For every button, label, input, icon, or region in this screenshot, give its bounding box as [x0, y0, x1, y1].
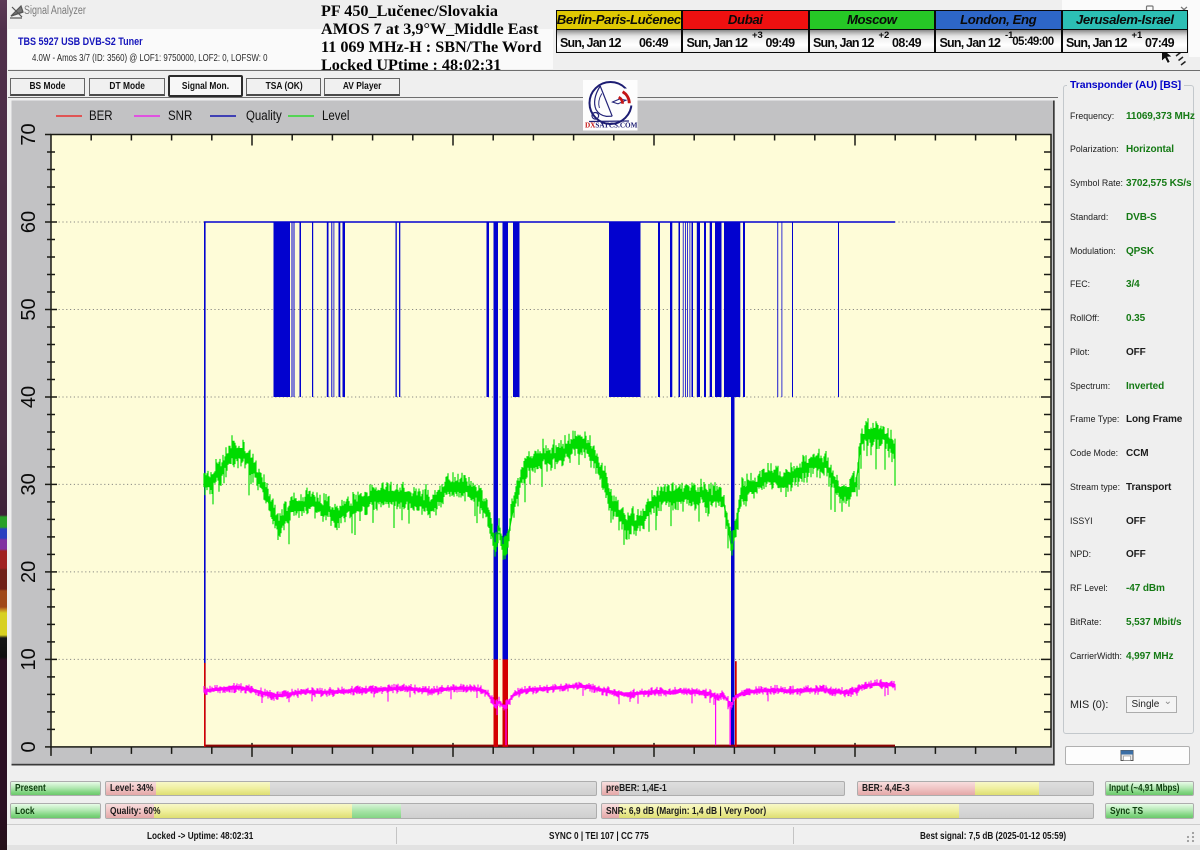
svg-text:30: 30 [18, 473, 40, 495]
svg-text:70: 70 [18, 123, 40, 145]
svg-text:0: 0 [18, 741, 40, 752]
svg-text:20: 20 [18, 561, 40, 583]
svg-text:50: 50 [18, 298, 40, 320]
svg-text:60: 60 [18, 211, 40, 233]
svg-text:10: 10 [18, 648, 40, 670]
svg-text:40: 40 [18, 386, 40, 408]
